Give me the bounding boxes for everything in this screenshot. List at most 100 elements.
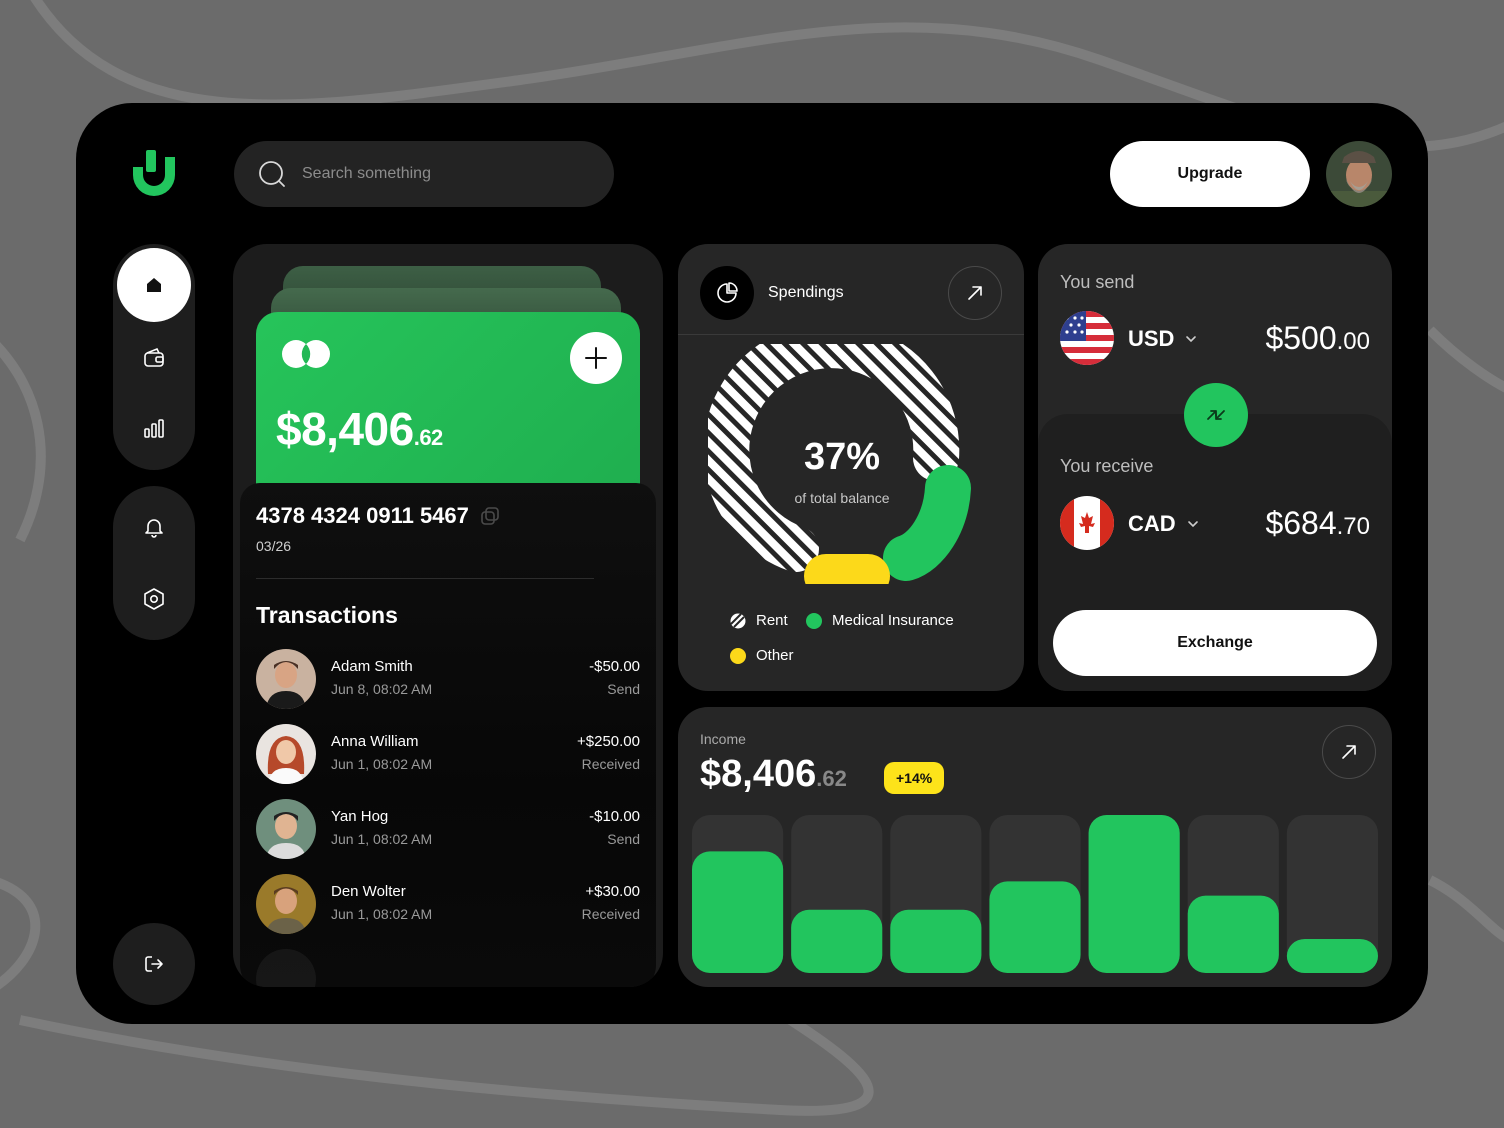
spendings-open-button[interactable] <box>948 266 1002 320</box>
chevron-down-icon <box>1187 521 1198 528</box>
add-card-button[interactable] <box>570 332 622 384</box>
avatar <box>256 649 316 709</box>
brand-logo <box>133 150 175 196</box>
legend-medical-insurance: Medical Insurance <box>806 612 954 629</box>
income-bar-2[interactable] <box>791 909 883 973</box>
copy-icon[interactable] <box>479 505 501 527</box>
income-panel: Income $8,406.62 +14% <box>678 707 1392 987</box>
legend-rent: Rent <box>730 612 788 629</box>
swap-arrows-icon <box>1207 410 1225 420</box>
nav-analytics-button[interactable] <box>117 392 191 466</box>
green-dot-icon <box>806 612 822 629</box>
bar-chart-icon <box>144 419 164 438</box>
transaction-row[interactable]: Adam Smith Jun 8, 08:02 AM -$50.00 Send <box>256 649 640 711</box>
card-balance: $8,406.62 <box>276 403 443 455</box>
user-avatar[interactable] <box>1326 141 1392 207</box>
exchange-panel: You send USD $500.00 You receive CAD $68… <box>1038 244 1392 691</box>
send-amount[interactable]: $500.00 <box>1265 320 1370 357</box>
transaction-amount: +$250.00 <box>577 733 640 750</box>
transaction-amount: +$30.00 <box>585 883 640 900</box>
receive-amount: $684.70 <box>1265 505 1370 541</box>
search-bar[interactable]: Search something <box>234 141 614 207</box>
app-window: Search something Upgrade $8,406.62 4378 … <box>76 103 1428 1024</box>
arrow-up-right-icon <box>1342 745 1356 759</box>
send-currency-select[interactable]: USD <box>1128 326 1198 352</box>
transaction-name: Yan Hog <box>331 808 389 825</box>
income-change-badge: +14% <box>884 762 945 794</box>
transaction-date: Jun 1, 08:02 AM <box>331 756 433 772</box>
usd-flag-icon <box>1060 311 1114 365</box>
home-icon <box>147 278 161 292</box>
credit-card[interactable]: $8,406.62 <box>256 312 640 512</box>
search-input[interactable]: Search something <box>302 165 431 183</box>
income-bar-6[interactable] <box>1187 895 1279 973</box>
nav-home-button[interactable] <box>117 248 191 322</box>
yellow-dot-icon <box>730 647 746 664</box>
arrow-up-right-icon <box>968 286 982 300</box>
income-label: Income <box>700 731 746 747</box>
transaction-status: Send <box>607 681 640 697</box>
bell-icon <box>145 519 163 538</box>
transaction-name: Den Wolter <box>331 883 406 900</box>
income-open-button[interactable] <box>1322 725 1376 779</box>
divider <box>678 334 1024 335</box>
logout-button[interactable] <box>117 927 191 1001</box>
nav-notifications-button[interactable] <box>117 490 191 564</box>
chevron-down-icon <box>1186 336 1197 343</box>
card-number: 4378 4324 0911 5467 <box>256 503 501 529</box>
income-bar-3[interactable] <box>890 909 982 973</box>
settings-hexagon-icon <box>144 588 164 610</box>
wallet-icon <box>144 347 164 367</box>
transaction-amount: -$10.00 <box>589 808 640 825</box>
card-expiry: 03/26 <box>256 538 292 554</box>
transaction-status: Received <box>581 906 640 922</box>
income-bar-1[interactable] <box>692 851 784 973</box>
transaction-row-faded <box>256 949 640 987</box>
transaction-row[interactable]: Yan Hog Jun 1, 08:02 AM -$10.00 Send <box>256 799 640 861</box>
spendings-icon-wrap <box>700 266 754 320</box>
spendings-percent: 37% <box>803 436 881 478</box>
transaction-row[interactable]: Anna William Jun 1, 08:02 AM +$250.00 Re… <box>256 724 640 786</box>
income-bar-chart <box>692 815 1378 973</box>
transaction-row[interactable]: Den Wolter Jun 1, 08:02 AM +$30.00 Recei… <box>256 874 640 936</box>
striped-dot-icon <box>730 612 746 628</box>
avatar <box>256 799 316 859</box>
transaction-date: Jun 8, 08:02 AM <box>331 681 433 697</box>
spendings-percent-label: of total balance <box>794 490 890 506</box>
card-panel: $8,406.62 4378 4324 0911 5467 03/26 Tran… <box>233 244 663 987</box>
income-bar-5[interactable] <box>1088 815 1180 973</box>
donut-segment-other <box>804 554 890 584</box>
transaction-status: Received <box>581 756 640 772</box>
transaction-amount: -$50.00 <box>589 658 640 675</box>
avatar <box>256 949 316 987</box>
avatar <box>256 724 316 784</box>
spendings-title: Spendings <box>768 284 844 301</box>
swap-currency-button[interactable] <box>1184 383 1248 447</box>
receive-currency-select[interactable]: CAD <box>1128 511 1200 537</box>
exchange-button[interactable]: Exchange <box>1053 610 1377 676</box>
income-amount: $8,406.62 <box>700 753 847 795</box>
logout-icon <box>145 956 163 972</box>
nav-settings-button[interactable] <box>117 562 191 636</box>
transaction-status: Send <box>607 831 640 847</box>
you-send-label: You send <box>1060 272 1135 292</box>
avatar <box>256 874 316 934</box>
card-brand-icon <box>282 340 330 368</box>
upgrade-button[interactable]: Upgrade <box>1110 141 1310 207</box>
income-bar-7[interactable] <box>1286 939 1378 973</box>
transactions-sheet: 4378 4324 0911 5467 03/26 Transactions A… <box>240 483 656 987</box>
transaction-date: Jun 1, 08:02 AM <box>331 906 433 922</box>
income-bar-4[interactable] <box>989 881 1081 973</box>
divider <box>256 578 594 579</box>
legend-other: Other <box>730 647 794 664</box>
spendings-panel: Spendings 37% of total balance Rent Medi… <box>678 244 1024 691</box>
plus-icon <box>585 347 607 369</box>
transactions-title: Transactions <box>256 602 398 628</box>
search-icon <box>259 161 285 187</box>
secondary-nav <box>113 486 195 640</box>
cad-flag-icon <box>1060 496 1114 550</box>
main-nav <box>113 244 195 470</box>
nav-wallet-button[interactable] <box>117 321 191 395</box>
pie-chart-icon <box>717 282 738 303</box>
transaction-name: Adam Smith <box>331 658 413 675</box>
